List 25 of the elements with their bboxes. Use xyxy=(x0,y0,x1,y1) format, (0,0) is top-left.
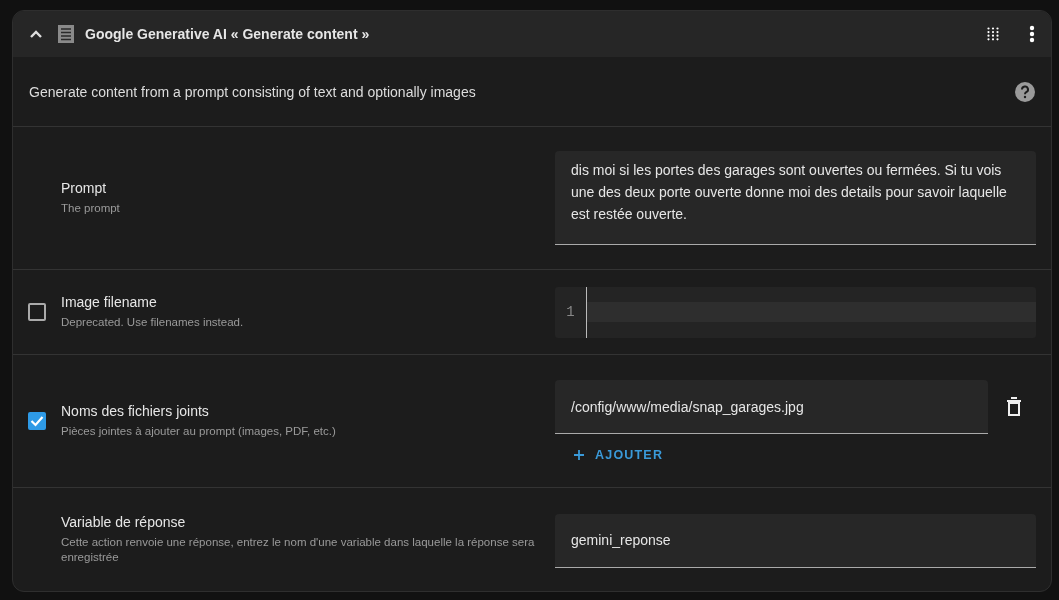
helper-text: Pièces jointes à ajouter au prompt (images, PDF, etc.) xyxy=(61,424,337,439)
field-label: Image filename xyxy=(61,294,158,311)
help-button[interactable] xyxy=(1015,81,1035,102)
helper-text: The prompt xyxy=(61,201,121,216)
code-editor[interactable]: 1 xyxy=(555,286,1036,338)
trash-icon xyxy=(1006,397,1022,417)
plus-icon xyxy=(573,449,585,461)
more-icon xyxy=(1029,25,1035,43)
variable-field[interactable]: gemini_reponse xyxy=(555,513,1036,568)
card-title: Google Generative AI « Generate content » xyxy=(85,26,371,42)
chevron-icon xyxy=(29,29,43,39)
dots-grid-icon xyxy=(987,27,999,41)
helper-text: Cette action renvoie une réponse, entrez le nom d'une variable dans laquelle la réponse sera enregistrée xyxy=(61,535,536,565)
prompt-textarea[interactable]: dis moi si les portes des garages sont ouvertes ou fermées. Si tu vois une des deux porte ouverte donne moi des details pour savoir laquelle est restée ouverte. xyxy=(555,151,1036,245)
checkbox[interactable] xyxy=(28,303,46,321)
add-button[interactable]: AJOUTER xyxy=(555,434,682,462)
helper-text: Deprecated. Use filenames instead. xyxy=(61,315,245,330)
document-icon xyxy=(57,24,75,44)
field-label: Variable de réponse xyxy=(61,514,187,531)
field-label: Prompt xyxy=(61,180,108,197)
filename-field[interactable]: /config/www/media/snap_garages.jpg xyxy=(555,380,988,434)
checkbox[interactable] xyxy=(28,412,46,430)
description-text: Generate content from a prompt consisting of text and optionally images xyxy=(29,83,476,100)
help-icon xyxy=(1015,81,1035,102)
field-label: Noms des fichiers joints xyxy=(61,403,210,420)
